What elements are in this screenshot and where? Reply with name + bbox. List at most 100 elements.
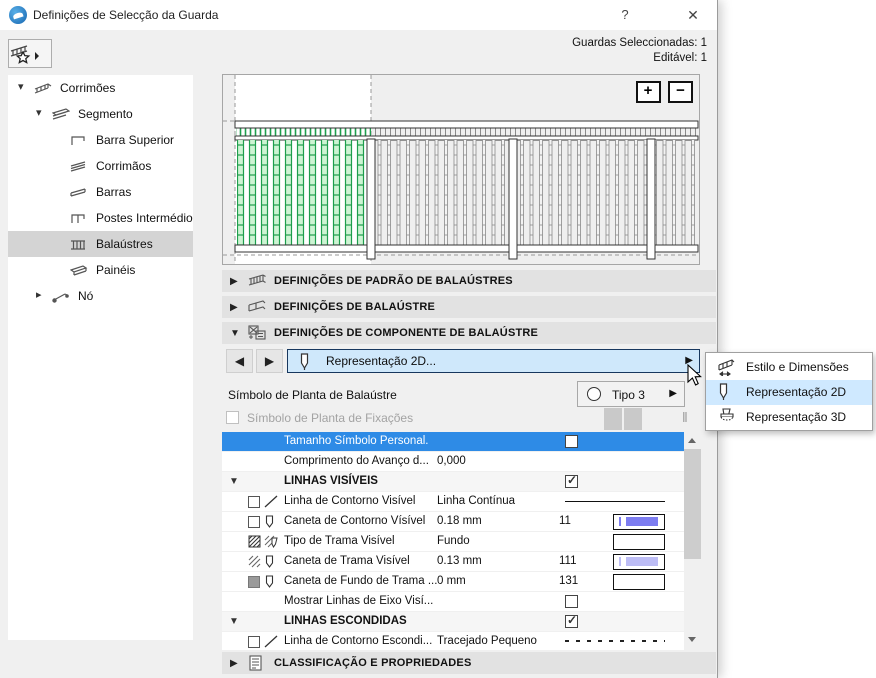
collapse-icon[interactable]: ▾	[18, 80, 24, 93]
sidebar-item-bala-stres[interactable]: Balaústres	[8, 231, 193, 257]
component-next-button[interactable]: ▶	[256, 349, 283, 373]
gray-square-icon	[248, 575, 260, 593]
pen-color-swatch[interactable]	[613, 534, 665, 550]
baluster-pattern-icon	[248, 273, 266, 288]
railing-settings-dialog: Definições de Selecção da Guarda ? ✕ Gua…	[0, 0, 718, 678]
menu-item-representa-o-2d[interactable]: Representação 2D	[706, 380, 872, 405]
table-row[interactable]: Linha de Contorno VisívelLinha Contínua	[222, 492, 684, 512]
close-button[interactable]: ✕	[676, 0, 710, 30]
zoom-out-button[interactable]: −	[668, 81, 693, 103]
swatch-bar	[626, 517, 658, 526]
pen-color-swatch[interactable]	[613, 554, 665, 570]
param-checkbox[interactable]: ✓	[565, 475, 578, 488]
hatch-light-icon	[248, 555, 261, 568]
fixings-label: Símbolo de Planta de Fixações	[247, 411, 413, 425]
zoom-in-button[interactable]: +	[636, 81, 661, 103]
diagonal-line-icon	[264, 495, 278, 508]
pen-icon	[264, 575, 275, 589]
param-value[interactable]: Linha Contínua	[437, 495, 515, 507]
node-icon	[52, 289, 70, 303]
expand-icon: ▶	[230, 302, 238, 313]
editable-count-label: Editável: 1	[572, 51, 707, 66]
sidebar-item-corrim-es[interactable]: ▾ Corrimões	[8, 75, 193, 101]
pen-color-swatch[interactable]	[613, 574, 665, 590]
accordion-baluster-pattern[interactable]: ▶ DEFINIÇÕES DE PADRÃO DE BALAÚSTRES	[222, 270, 716, 292]
table-row[interactable]: Tamanho Símbolo Personal.	[222, 432, 684, 452]
param-label: Caneta de Fundo de Trama ...	[284, 575, 437, 587]
menu-item-estilo-e-dimens-es[interactable]: Estilo e Dimensões	[706, 355, 872, 380]
check-icon: ✓	[567, 473, 577, 487]
scroll-down-button[interactable]	[684, 631, 701, 648]
param-value[interactable]: 0 mm	[437, 575, 466, 587]
menu-item-label: Estilo e Dimensões	[746, 360, 849, 374]
symbol-align-left-button[interactable]	[604, 408, 622, 430]
param-value[interactable]: 0.18 mm	[437, 515, 482, 527]
param-label: Comprimento do Avanço d...	[284, 455, 429, 467]
style-dimensions-icon	[717, 358, 736, 376]
param-value[interactable]: Fundo	[437, 535, 470, 547]
accordion-classification[interactable]: ▶ CLASSIFICAÇÃO E PROPRIEDADES	[222, 652, 716, 674]
table-group-row[interactable]: ▼LINHAS ESCONDIDAS✓	[222, 612, 684, 632]
table-row[interactable]: Comprimento do Avanço d... 0,000	[222, 452, 684, 472]
favorites-button[interactable]	[8, 39, 52, 68]
swatch-tick	[619, 517, 621, 526]
param-value[interactable]: 0,000	[437, 455, 466, 467]
sidebar-item-barras[interactable]: Barras	[8, 179, 193, 205]
param-checkbox[interactable]	[565, 435, 578, 448]
baluster-icon	[248, 299, 266, 314]
sidebar-item-n-[interactable]: ▸ Nó	[8, 283, 193, 309]
expand-icon: ▶	[230, 276, 238, 287]
table-row[interactable]: Caneta de Contorno Vísível0.18 mm11	[222, 512, 684, 532]
line-preview-solid	[565, 501, 665, 502]
scroll-up-button[interactable]	[684, 432, 701, 449]
param-label: Mostrar Linhas de Eixo Visí...	[284, 595, 433, 607]
sidebar-item-corrim-os[interactable]: Corrimãos	[8, 153, 193, 179]
symbol-align-right-button[interactable]	[624, 408, 642, 430]
toprail-icon	[70, 133, 88, 147]
sidebar-item-label: Corrimões	[60, 81, 115, 95]
parameter-table: Tamanho Símbolo Personal.Comprimento do …	[222, 432, 684, 650]
param-value[interactable]: 0.13 mm	[437, 555, 482, 567]
pen-color-swatch[interactable]	[613, 514, 665, 530]
menu-item-representa-o-3d[interactable]: Representação 3D	[706, 405, 872, 430]
collapse-icon[interactable]: ▼	[229, 476, 239, 487]
component-prev-button[interactable]: ◀	[226, 349, 253, 373]
pen-icon	[264, 515, 275, 529]
sidebar-item-segmento[interactable]: ▾ Segmento	[8, 101, 193, 127]
component-page-menu: Estilo e Dimensões Representação 2DRepres…	[705, 352, 873, 431]
railing-preview[interactable]: + −	[222, 74, 700, 265]
expand-icon[interactable]: ▸	[36, 288, 42, 301]
panel-icon	[70, 263, 88, 277]
circle-symbol-icon	[587, 387, 601, 401]
table-row[interactable]: Caneta de Trama Visível0.13 mm111	[222, 552, 684, 572]
sidebar-item-postes-interm-dios[interactable]: Postes Intermédios	[8, 205, 193, 231]
component-page-selector[interactable]: Representação 2D... ▶	[287, 349, 700, 373]
component-settings-icon	[248, 325, 266, 341]
collapse-icon[interactable]: ▾	[36, 106, 42, 119]
param-checkbox[interactable]	[565, 595, 578, 608]
collapse-icon[interactable]: ▼	[229, 616, 239, 627]
fixings-checkbox[interactable]	[226, 411, 239, 424]
table-scrollbar[interactable]	[684, 432, 701, 648]
app-logo-icon	[9, 6, 27, 24]
railing-elevation-drawing	[223, 75, 699, 264]
param-value[interactable]: Tracejado Pequeno	[437, 635, 537, 647]
sidebar-item-pain-is[interactable]: Painéis	[8, 257, 193, 283]
sidebar-item-label: Segmento	[78, 107, 133, 121]
sidebar-item-label: Nó	[78, 289, 93, 303]
scrollbar-thumb[interactable]	[684, 449, 701, 559]
sidebar-item-barra-superior[interactable]: Barra Superior	[8, 127, 193, 153]
table-row[interactable]: Tipo de Trama VisívelFundo	[222, 532, 684, 552]
accordion-baluster-component[interactable]: ▼ DEFINIÇÕES DE COMPONENTE DE BALAÚSTRE	[222, 322, 716, 344]
accordion-baluster-settings[interactable]: ▶ DEFINIÇÕES DE BALAÚSTRE	[222, 296, 716, 318]
check-icon: ✓	[567, 613, 577, 627]
param-checkbox[interactable]: ✓	[565, 615, 578, 628]
square-icon	[248, 495, 260, 513]
table-group-row[interactable]: ▼LINHAS VISÍVEIS✓	[222, 472, 684, 492]
table-row[interactable]: Mostrar Linhas de Eixo Visí...	[222, 592, 684, 612]
symbol-type-button[interactable]: Tipo 3 ▶	[577, 381, 685, 407]
help-button[interactable]: ?	[608, 0, 642, 30]
table-row[interactable]: Linha de Contorno Escondi...Tracejado Pe…	[222, 632, 684, 650]
table-row[interactable]: Caneta de Fundo de Trama ...0 mm131	[222, 572, 684, 592]
line-preview-dashed	[565, 640, 665, 642]
